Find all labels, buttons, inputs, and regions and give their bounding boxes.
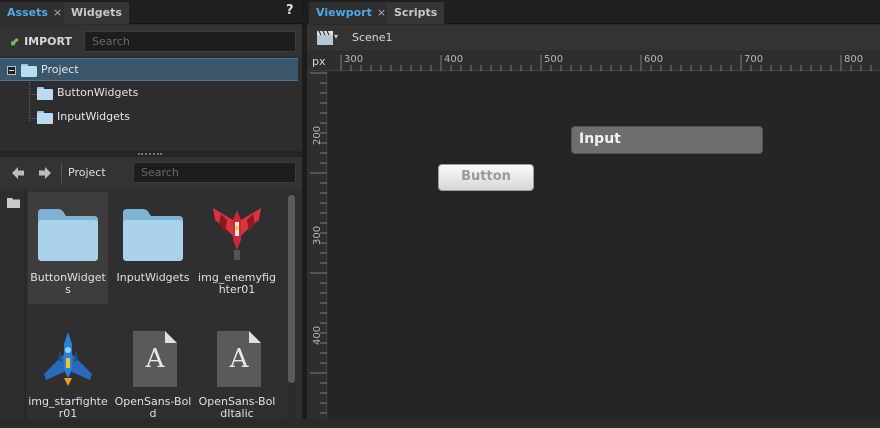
breadcrumb[interactable]: Project [68,166,106,179]
button-widget[interactable]: Button [438,164,534,191]
folder-icon [38,209,98,261]
tab-assets[interactable]: Assets × [0,2,70,24]
navbar-separator [61,163,62,183]
folder-icon [123,209,183,261]
browser-search-input[interactable]: Search [133,162,296,183]
splitter-grip-icon[interactable] [138,153,162,155]
tree-item-inputwidgets[interactable]: InputWidgets [0,106,298,129]
input-widget[interactable]: Input [571,126,763,154]
ruler-vertical: 200 300 400 [307,71,327,419]
chevron-down-icon[interactable]: ▾ [334,32,338,41]
ruler-label: 500 [544,54,564,65]
folder-icon [37,87,53,100]
ruler-label: 400 [444,54,464,65]
ruler-label: 600 [644,54,664,65]
back-arrow-icon[interactable] [11,166,25,180]
tree-item-label: InputWidgets [57,110,130,123]
ruler-label: 300 [312,225,323,245]
asset-item-label: img_starfighter01 [28,395,108,420]
enemy-fighter-image-icon [213,208,261,260]
tree-guide-line [30,118,37,119]
font-glyph: A [229,344,249,374]
ruler-label: 800 [844,54,864,65]
project-tree: Project ButtonWidgets InputWidgets [0,57,302,151]
tab-widgets[interactable]: Widgets [64,2,129,24]
asset-item-label: OpenSans-Bold [114,395,192,420]
asset-item-inputwidgets[interactable]: InputWidgets [113,192,193,304]
browser-scrollbar-thumb[interactable] [288,195,295,383]
tree-item-project[interactable]: Project [0,58,298,81]
import-label: IMPORT [24,35,72,48]
font-glyph: A [145,344,165,374]
asset-item-label: OpenSans-BoldItalic [198,395,276,420]
ruler-horizontal: 300 400 500 600 700 800 [307,52,880,71]
tree-item-buttonwidgets[interactable]: ButtonWidgets [0,82,298,105]
browser-navbar: Project Search [0,157,302,189]
asset-item-img-starfighter01[interactable]: img_starfighter01 [28,316,108,428]
ruler-horizontal-ticks [340,55,872,71]
asset-item-buttonwidgets[interactable]: ButtonWidgets [28,192,108,304]
close-icon[interactable]: × [53,6,62,19]
ruler-unit-label: px [312,55,326,68]
asset-grid: ButtonWidgets InputWidgets img_enemyfigh… [27,189,285,420]
asset-item-opensans-bold[interactable]: A OpenSans-Bold [113,316,193,428]
assets-toolbar: ⬋ IMPORT Search [0,26,302,56]
collapse-icon[interactable] [7,66,16,75]
scene-label: Scene1 [352,31,393,44]
assets-tabbar: Assets × Widgets ? [0,0,302,24]
tree-item-label: ButtonWidgets [57,86,139,99]
viewport-tabbar: Viewport × Scripts [307,0,880,24]
tab-viewport[interactable]: Viewport × [309,2,394,24]
asset-item-img-enemyfighter01[interactable]: img_enemyfighter01 [197,192,277,304]
close-icon[interactable]: × [377,6,386,19]
tab-scripts-label: Scripts [394,6,438,19]
ruler-label: 700 [744,54,764,65]
import-arrow-icon: ⬋ [10,34,21,48]
asset-item-label: img_enemyfighter01 [198,271,276,296]
folder-icon [21,64,37,77]
asset-item-opensans-bolditalic[interactable]: A OpenSans-BoldItalic [197,316,277,428]
tab-widgets-label: Widgets [71,6,122,19]
viewport-panel: Viewport × Scripts ▾ Scene1 300 400 500 6… [307,0,880,419]
assets-search-input[interactable]: Search [84,31,296,52]
help-icon[interactable]: ? [286,3,298,21]
scene-clapperboard-icon[interactable] [317,30,335,45]
tab-scripts[interactable]: Scripts [387,2,445,24]
starfighter-image-icon [44,332,92,386]
asset-item-label: ButtonWidgets [30,271,106,296]
tab-viewport-label: Viewport [316,6,372,19]
import-button[interactable]: ⬋ IMPORT [10,34,72,48]
folder-icon [37,111,53,124]
scene-canvas[interactable]: Input Button [328,72,880,419]
assets-panel: Assets × Widgets ? ⬋ IMPORT Search Project… [0,0,302,420]
viewport-toolbar: ▾ Scene1 [307,25,880,51]
tree-item-label: Project [41,63,79,76]
folder-icon[interactable] [7,197,20,208]
tree-guide-line [29,80,30,121]
browser-sidebar [0,189,26,419]
tab-assets-label: Assets [7,6,48,19]
asset-item-label: InputWidgets [116,271,190,284]
ruler-label: 300 [344,54,364,65]
ruler-vertical-ticks [310,72,327,414]
ruler-label: 400 [312,325,323,345]
forward-arrow-icon[interactable] [38,166,52,180]
tree-guide-line [30,94,37,95]
ruler-label: 200 [312,125,323,145]
